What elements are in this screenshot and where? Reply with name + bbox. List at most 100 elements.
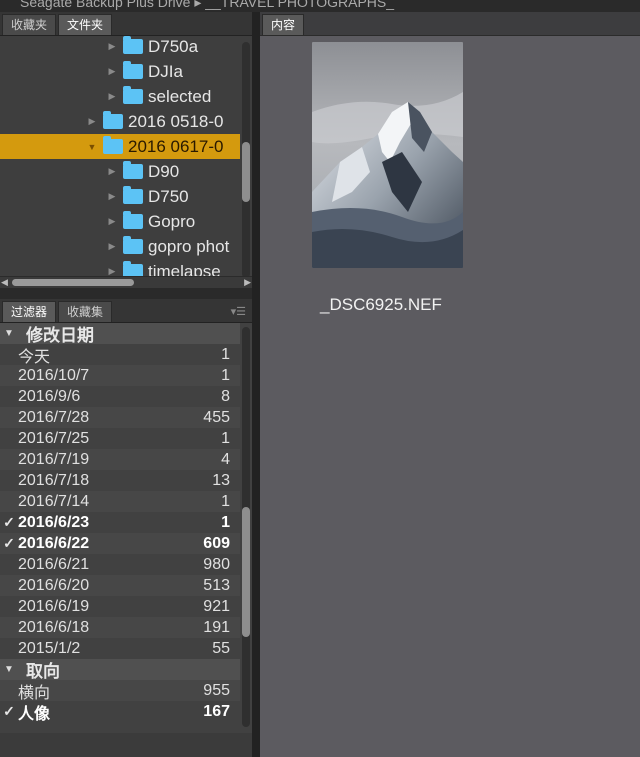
filter-count: 55 bbox=[212, 639, 230, 657]
tree-vertical-scrollbar[interactable] bbox=[242, 42, 250, 278]
filter-label: 2016/7/28 bbox=[18, 408, 90, 426]
expand-right-icon[interactable]: ▶ bbox=[106, 66, 118, 77]
filter-label: 2016/10/7 bbox=[18, 366, 90, 384]
folder-icon bbox=[123, 36, 143, 54]
expand-right-icon[interactable]: ▶ bbox=[106, 91, 118, 102]
filter-list: ▼ 修改日期 今天 1 2016/10/7 1 2016/9/6 8 2016/7/28 455 2… bbox=[0, 323, 252, 733]
folder-item[interactable]: ▶ D750 bbox=[0, 184, 240, 209]
check-icon: ✓ bbox=[3, 703, 15, 719]
folder-icon bbox=[123, 186, 143, 204]
tree-hscroll-thumb[interactable] bbox=[12, 279, 134, 286]
filter-label: 2016/7/18 bbox=[18, 471, 90, 489]
filter-count: 1 bbox=[221, 492, 230, 510]
filter-row[interactable]: 2016/9/6 8 bbox=[0, 386, 240, 407]
filter-row[interactable]: 今天 1 bbox=[0, 344, 240, 366]
mountain-image bbox=[312, 42, 463, 268]
filter-row[interactable]: 2016/6/18 191 bbox=[0, 617, 240, 638]
expand-right-icon[interactable]: ▶ bbox=[86, 116, 98, 127]
folder-label: selected bbox=[148, 86, 212, 106]
tree-scroll-thumb[interactable] bbox=[242, 142, 250, 202]
filter-count: 1 bbox=[221, 513, 230, 531]
folder-icon bbox=[123, 61, 143, 79]
folder-label: 2016 0518-0 bbox=[128, 111, 224, 131]
expand-right-icon[interactable]: ▶ bbox=[106, 191, 118, 202]
collapse-icon[interactable]: ▼ bbox=[4, 328, 18, 339]
folder-icon bbox=[103, 136, 123, 154]
expand-right-icon[interactable]: ▶ bbox=[106, 166, 118, 177]
filter-row[interactable]: 2016/6/20 513 bbox=[0, 575, 240, 596]
expand-right-icon[interactable]: ▶ bbox=[106, 216, 118, 227]
filter-row[interactable]: 2016/6/21 980 bbox=[0, 554, 240, 575]
filter-count: 4 bbox=[221, 450, 230, 468]
folder-icon bbox=[123, 86, 143, 104]
panel-divider[interactable] bbox=[0, 288, 252, 299]
filter-group-header[interactable]: ▼ 取向 bbox=[0, 659, 240, 681]
filter-scroll-thumb[interactable] bbox=[242, 507, 250, 637]
filter-label: 2016/6/18 bbox=[18, 618, 90, 636]
filter-row[interactable]: 2016/7/28 455 bbox=[0, 407, 240, 428]
tree-horizontal-scrollbar[interactable]: ◀ ▶ bbox=[0, 276, 252, 288]
tab-filters[interactable]: 过滤器 bbox=[2, 301, 57, 322]
filter-count: 1 bbox=[221, 366, 230, 384]
filter-count: 980 bbox=[203, 555, 230, 573]
filter-row[interactable]: 2015/1/2 55 bbox=[0, 638, 240, 659]
folder-label: Gopro bbox=[148, 211, 196, 231]
folder-icon bbox=[123, 211, 143, 229]
filter-label: 2016/7/25 bbox=[18, 429, 90, 447]
filter-row[interactable]: ✓ 人像 167 bbox=[0, 701, 240, 723]
filter-label: 2016/6/19 bbox=[18, 597, 90, 615]
panel-splitter[interactable] bbox=[252, 12, 260, 757]
filter-row[interactable]: 横向 955 bbox=[0, 680, 240, 702]
tab-favorites[interactable]: 收藏夹 bbox=[2, 14, 57, 35]
folder-item[interactable]: ▶ Gopro bbox=[0, 209, 240, 234]
scroll-left-icon[interactable]: ◀ bbox=[1, 277, 8, 288]
folder-label: D90 bbox=[148, 161, 180, 181]
filter-label: 2016/6/23 bbox=[18, 513, 90, 531]
panel-menu-icon[interactable]: ▾☰ bbox=[231, 305, 246, 318]
filter-row[interactable]: 2016/7/18 13 bbox=[0, 470, 240, 491]
expand-down-icon[interactable]: ▼ bbox=[86, 142, 98, 152]
filter-row[interactable]: ✓ 2016/6/23 1 bbox=[0, 512, 240, 533]
filter-label: 2016/7/19 bbox=[18, 450, 90, 468]
folder-item[interactable]: ▶ 2016 0518-0 bbox=[0, 109, 240, 134]
folder-item[interactable]: ▶ D90 bbox=[0, 159, 240, 184]
folder-item[interactable]: ▶ DJIa bbox=[0, 59, 240, 84]
filter-count: 191 bbox=[203, 618, 230, 636]
filter-count: 1 bbox=[221, 345, 230, 363]
folder-tree: ▶2016 0622-0▶timelapse▶gopro phot▶Gopro▶… bbox=[0, 36, 252, 288]
filter-row[interactable]: 2016/7/25 1 bbox=[0, 428, 240, 449]
filter-count: 921 bbox=[203, 597, 230, 615]
filter-label: 2015/1/2 bbox=[18, 639, 81, 657]
tab-collections[interactable]: 收藏集 bbox=[58, 301, 113, 322]
filter-vertical-scrollbar[interactable] bbox=[242, 327, 250, 727]
filter-row[interactable]: 2016/6/19 921 bbox=[0, 596, 240, 617]
filter-count: 1 bbox=[221, 429, 230, 447]
filter-label: 人像 bbox=[18, 705, 51, 723]
expand-right-icon[interactable]: ▶ bbox=[106, 241, 118, 252]
tab-folders[interactable]: 文件夹 bbox=[58, 14, 113, 35]
folder-item[interactable]: ▶ D750a bbox=[0, 36, 240, 59]
filter-row[interactable]: 2016/7/19 4 bbox=[0, 449, 240, 470]
tab-content[interactable]: 内容 bbox=[262, 14, 305, 35]
check-icon: ✓ bbox=[3, 535, 15, 551]
check-icon: ✓ bbox=[3, 514, 15, 530]
filter-count: 13 bbox=[212, 471, 230, 489]
folder-item[interactable]: ▶ gopro phot bbox=[0, 234, 240, 259]
folder-label: gopro phot bbox=[148, 236, 230, 256]
filter-tab-bar: 过滤器 收藏集 ▾☰ bbox=[0, 299, 252, 323]
filter-count: 513 bbox=[203, 576, 230, 594]
filter-label: 2016/6/20 bbox=[18, 576, 90, 594]
left-panel: 收藏夹 文件夹 ▶2016 0622-0▶timelapse▶gopro pho… bbox=[0, 12, 252, 757]
collapse-icon[interactable]: ▼ bbox=[4, 664, 18, 675]
folder-item[interactable]: ▶ selected bbox=[0, 84, 240, 109]
photo-thumbnail[interactable] bbox=[312, 42, 463, 268]
filter-row[interactable]: ✓ 2016/6/22 609 bbox=[0, 533, 240, 554]
folder-item[interactable]: ▼ 2016 0617-0 bbox=[0, 134, 240, 159]
filter-row[interactable]: 2016/7/14 1 bbox=[0, 491, 240, 512]
filter-row[interactable]: 2016/10/7 1 bbox=[0, 365, 240, 386]
expand-right-icon[interactable]: ▶ bbox=[106, 41, 118, 52]
scroll-right-icon[interactable]: ▶ bbox=[244, 277, 251, 288]
filter-group-header[interactable]: ▼ 修改日期 bbox=[0, 323, 240, 345]
thumbnail-filename: _DSC6925.NEF bbox=[320, 295, 442, 314]
filter-label: 2016/7/14 bbox=[18, 492, 90, 510]
